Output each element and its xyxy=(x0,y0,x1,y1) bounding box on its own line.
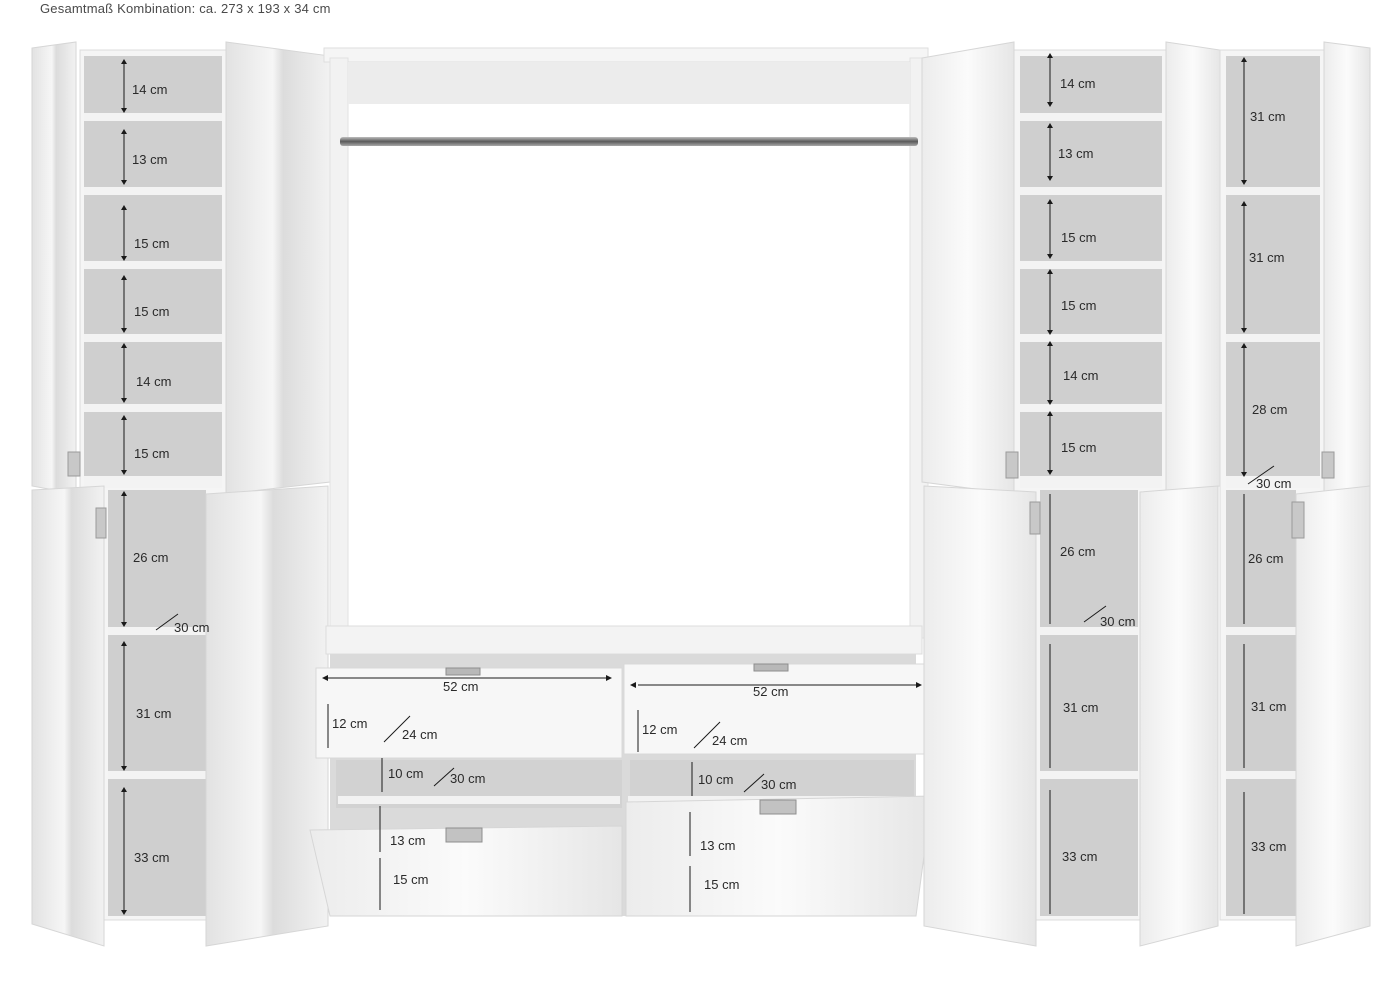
right-a-upper-shelf-2: 13 cm xyxy=(1058,146,1093,161)
clothes-rail xyxy=(340,137,918,146)
left-upper-shelf-5: 14 cm xyxy=(136,374,171,389)
left-depth: 30 cm xyxy=(174,620,209,635)
left-lower-shelf-1: 26 cm xyxy=(133,550,168,565)
shoe-left-upper: 13 cm xyxy=(390,833,425,848)
open-shelf-right-height: 10 cm xyxy=(698,772,733,787)
right-b-upper-shelf-3: 28 cm xyxy=(1252,402,1287,417)
handle-icon xyxy=(1005,451,1019,479)
right-a-lower-shelf-1: 26 cm xyxy=(1060,544,1095,559)
right-a-upper-shelf-6: 15 cm xyxy=(1061,440,1096,455)
right-b-depth: 30 cm xyxy=(1256,476,1291,491)
drawer-right-depth: 24 cm xyxy=(712,733,747,748)
open-shelf-right-depth: 30 cm xyxy=(761,777,796,792)
left-lower-door xyxy=(205,485,329,947)
left-upper-shelf-2: 13 cm xyxy=(132,152,167,167)
right-b-upper-shelf-1: 31 cm xyxy=(1250,109,1285,124)
handle-icon xyxy=(1029,501,1041,535)
right-b-upper-shelf-2: 31 cm xyxy=(1249,250,1284,265)
center-unit xyxy=(309,47,933,917)
right-a-depth: 30 cm xyxy=(1100,614,1135,629)
shoe-right-lower: 15 cm xyxy=(704,877,739,892)
right-cabinet-b xyxy=(1219,41,1371,947)
right-a-lower-shelf-3: 33 cm xyxy=(1062,849,1097,864)
handle-icon xyxy=(1321,451,1335,479)
handle-icon xyxy=(445,827,483,843)
left-upper-shelf-3: 15 cm xyxy=(134,236,169,251)
left-upper-shelf-4: 15 cm xyxy=(134,304,169,319)
open-shelf-left-height: 10 cm xyxy=(388,766,423,781)
right-cabinet-a xyxy=(921,41,1221,947)
wardrobe-combination-diagram: 14 cm 13 cm 15 cm 15 cm 14 cm 15 cm 26 c… xyxy=(31,41,1371,947)
handle-icon xyxy=(753,663,789,672)
right-b-lower-door xyxy=(1295,485,1371,947)
right-a-upper-shelf-5: 14 cm xyxy=(1063,368,1098,383)
right-a-upper-door-right xyxy=(1165,41,1221,495)
handle-icon xyxy=(67,451,81,477)
handle-icon xyxy=(759,799,797,815)
left-upper-door-open xyxy=(31,41,77,495)
right-a-upper-door-left xyxy=(921,41,1015,495)
right-b-lower-shelf-3: 33 cm xyxy=(1251,839,1286,854)
right-b-upper-door xyxy=(1323,41,1371,495)
right-a-upper-shelf-4: 15 cm xyxy=(1061,298,1096,313)
left-upper-shelf-1: 14 cm xyxy=(132,82,167,97)
handle-icon xyxy=(1291,501,1305,539)
drawer-right-height: 12 cm xyxy=(642,722,677,737)
drawer-left-depth: 24 cm xyxy=(402,727,437,742)
handle-icon xyxy=(445,667,481,676)
handle-icon xyxy=(95,507,107,539)
right-a-lower-door-right xyxy=(1139,485,1219,947)
left-lower-door-mirror xyxy=(31,485,105,947)
right-a-lower-door-left xyxy=(923,485,1037,947)
drawer-left-width: 52 cm xyxy=(443,679,478,694)
shoe-left-lower: 15 cm xyxy=(393,872,428,887)
right-a-upper-shelf-1: 14 cm xyxy=(1060,76,1095,91)
left-upper-door-mirror xyxy=(225,41,331,495)
shoe-right-upper: 13 cm xyxy=(700,838,735,853)
left-lower-shelf-3: 33 cm xyxy=(134,850,169,865)
left-cabinet xyxy=(31,41,331,947)
drawer-right-width: 52 cm xyxy=(753,684,788,699)
drawer-right xyxy=(623,663,929,755)
left-upper-shelf-6: 15 cm xyxy=(134,446,169,461)
right-a-upper-shelf-3: 15 cm xyxy=(1061,230,1096,245)
open-shelf-left-depth: 30 cm xyxy=(450,771,485,786)
right-b-lower-shelf-1: 26 cm xyxy=(1248,551,1283,566)
right-b-lower-shelf-2: 31 cm xyxy=(1251,699,1286,714)
drawer-left-height: 12 cm xyxy=(332,716,367,731)
right-a-lower-shelf-2: 31 cm xyxy=(1063,700,1098,715)
left-lower-shelf-2: 31 cm xyxy=(136,706,171,721)
